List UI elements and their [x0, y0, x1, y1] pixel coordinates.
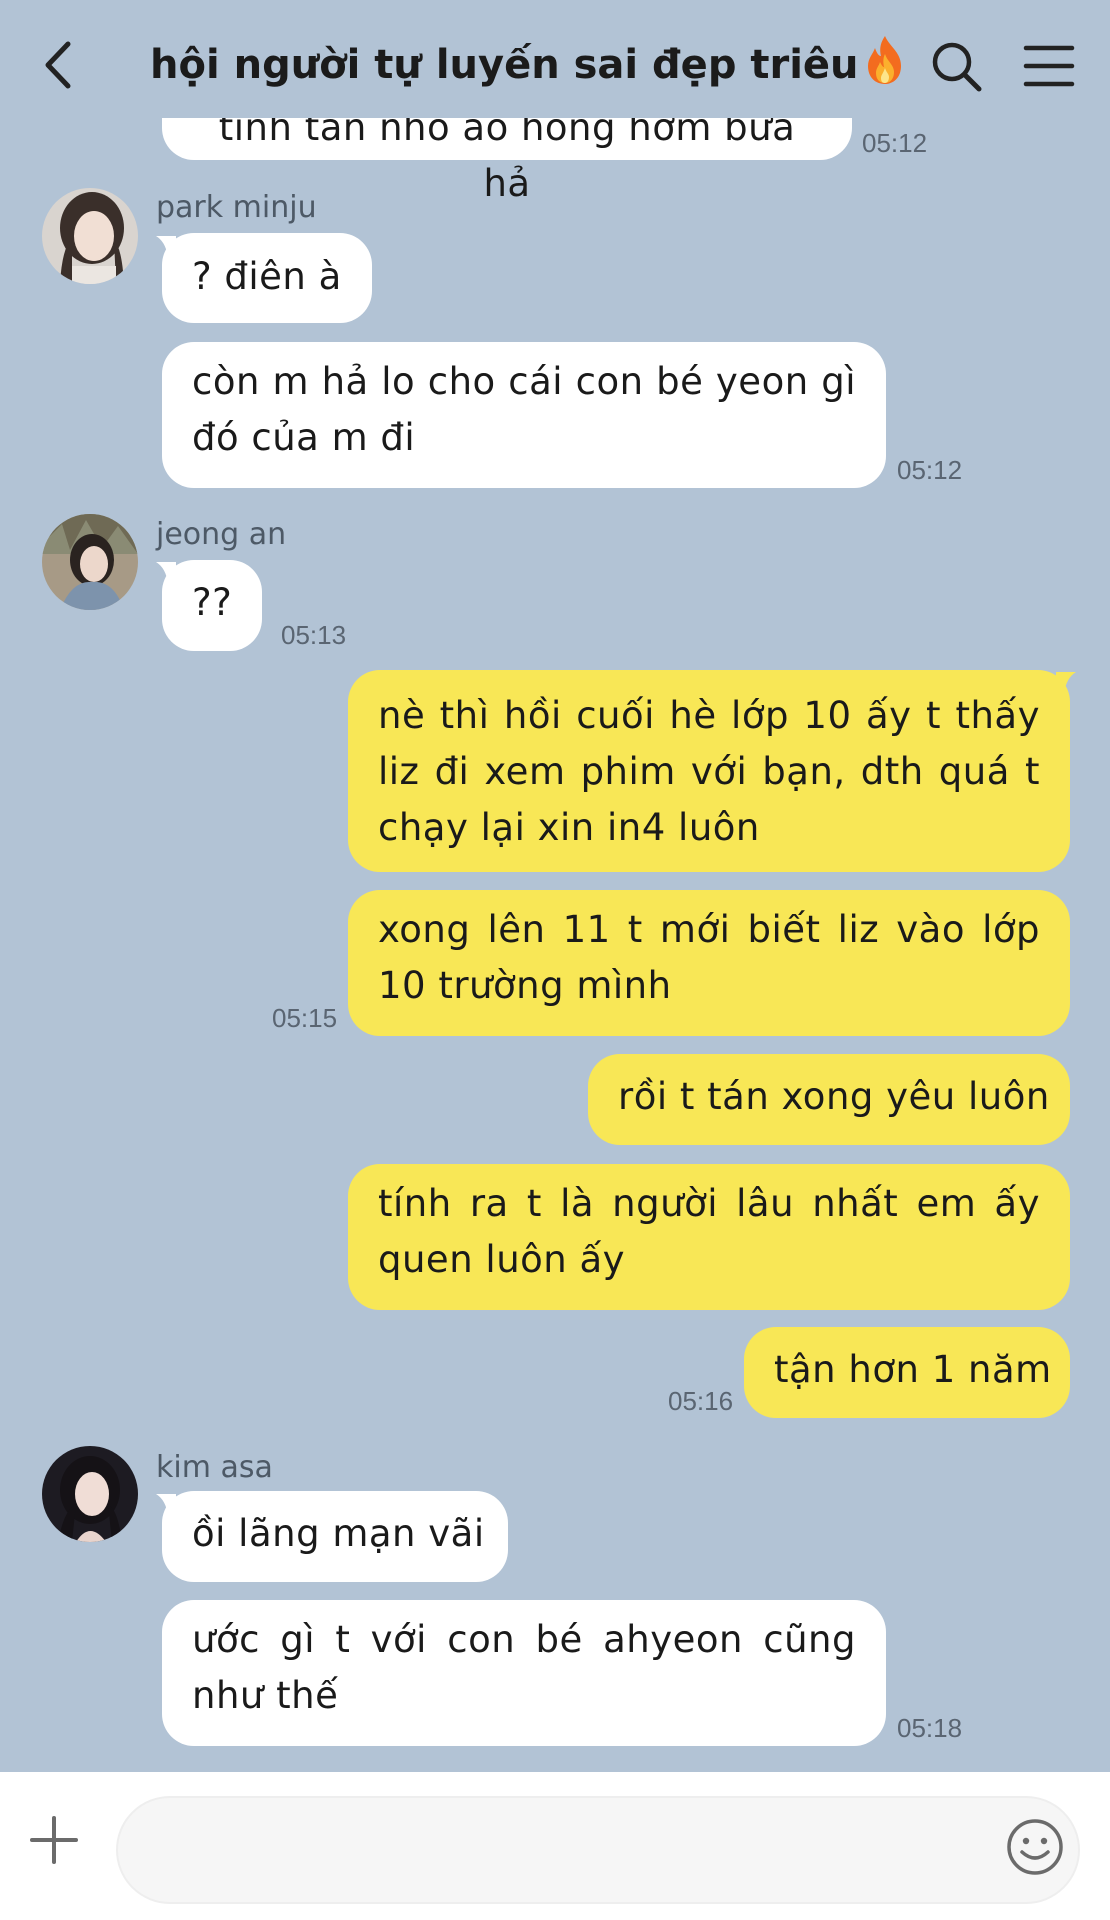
chevron-left-icon[interactable]: [34, 30, 90, 100]
message-text: còn m hả lo cho cái con bé yeon gì đó củ…: [192, 360, 856, 459]
message-text: rồi t tán xong yêu luôn: [618, 1075, 1050, 1118]
chat-area[interactable]: tính tán nhỏ áo hồng hơm bữa hả 05:12 pa…: [0, 0, 1110, 1772]
message-time: 05:13: [281, 620, 347, 650]
sender-name: kim asa: [156, 1450, 273, 1485]
message-text: tính ra t là người lâu nhất em ấy quen l…: [378, 1182, 1040, 1281]
plus-icon[interactable]: [26, 1812, 82, 1868]
sender-name: jeong an: [156, 517, 287, 552]
message-bubble[interactable]: xong lên 11 t mới biết liz vào lớp 10 tr…: [348, 890, 1070, 1036]
message-bubble[interactable]: ước gì t với con bé ahyeon cũng như thế: [162, 1600, 886, 1746]
message-time: 05:16: [668, 1386, 734, 1416]
chat-title-text: hội người tự luyến sai đẹp triêu: [150, 42, 859, 88]
message-bubble[interactable]: ồi lãng mạn vãi: [162, 1491, 508, 1582]
chat-title[interactable]: hội người tự luyến sai đẹp triêu: [150, 34, 901, 88]
message-time: 05:15: [272, 1003, 338, 1033]
avatar-jeong-an[interactable]: [42, 514, 138, 610]
search-icon[interactable]: [928, 38, 984, 94]
hamburger-menu-icon[interactable]: [1022, 40, 1076, 92]
message-time: 05:12: [897, 455, 963, 485]
message-bubble[interactable]: nè thì hồi cuối hè lớp 10 ấy t thấy liz …: [348, 670, 1070, 872]
message-text: xong lên 11 t mới biết liz vào lớp 10 tr…: [378, 908, 1040, 1007]
message-composer: [0, 1772, 1110, 1920]
smiley-icon[interactable]: [1004, 1816, 1066, 1878]
message-bubble[interactable]: ??: [162, 560, 263, 651]
avatar-kim-asa[interactable]: [42, 1446, 138, 1542]
chat-header: hội người tự luyến sai đẹp triêu: [0, 0, 1110, 118]
message-bubble[interactable]: ? điên à: [162, 233, 372, 323]
fire-emoji-icon: [867, 36, 901, 84]
sender-name: park minju: [156, 190, 317, 225]
message-time: 05:18: [897, 1713, 963, 1743]
message-text: tận hơn 1 năm: [774, 1348, 1052, 1391]
message-time: 05:12: [862, 128, 928, 158]
message-text: ??: [192, 581, 233, 624]
message-bubble[interactable]: tính ra t là người lâu nhất em ấy quen l…: [348, 1164, 1070, 1310]
message-text: ồi lãng mạn vãi: [192, 1512, 485, 1555]
message-text: nè thì hồi cuối hè lớp 10 ấy t thấy liz …: [378, 694, 1040, 849]
message-bubble[interactable]: còn m hả lo cho cái con bé yeon gì đó củ…: [162, 342, 886, 488]
message-text: ? điên à: [192, 255, 342, 298]
message-bubble[interactable]: tận hơn 1 năm: [744, 1327, 1070, 1418]
message-text: ước gì t với con bé ahyeon cũng như thế: [192, 1618, 856, 1717]
message-bubble[interactable]: rồi t tán xong yêu luôn: [588, 1054, 1070, 1145]
avatar-park-minju[interactable]: [42, 188, 138, 284]
message-input[interactable]: [116, 1796, 1080, 1904]
